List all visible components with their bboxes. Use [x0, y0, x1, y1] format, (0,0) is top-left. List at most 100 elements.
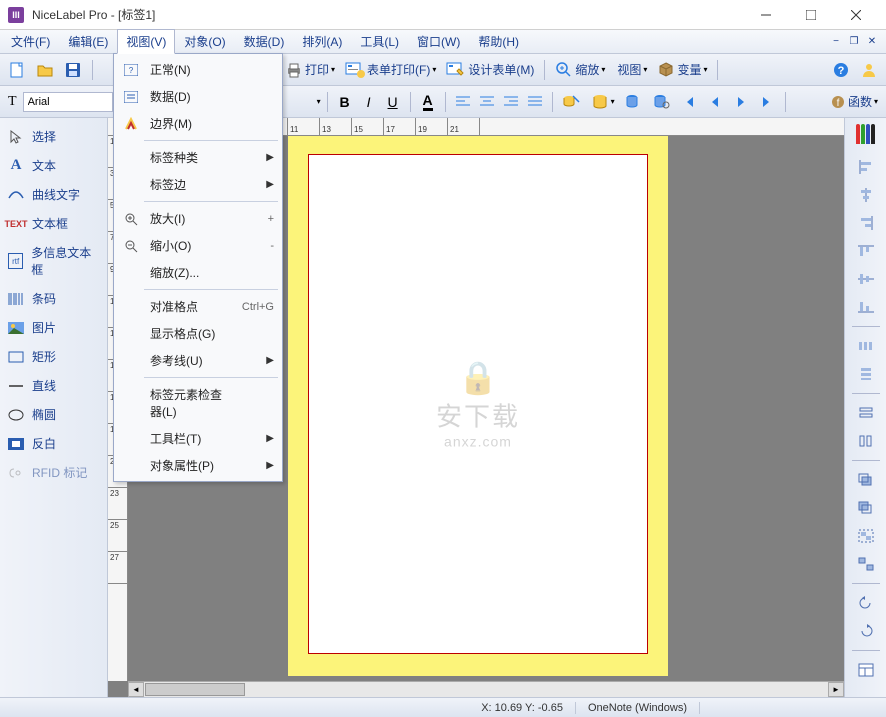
menu-edit[interactable]: 编辑(E) [59, 29, 117, 54]
db-next-button[interactable] [729, 90, 753, 114]
align-bottom-button[interactable] [854, 296, 878, 318]
menu-tools[interactable]: 工具(L) [351, 29, 408, 54]
rotate-left-button[interactable] [854, 592, 878, 614]
menu-window[interactable]: 窗口(W) [408, 29, 469, 54]
mdi-minimize[interactable]: − [828, 35, 844, 49]
italic-button[interactable]: I [358, 91, 380, 113]
font-color-button[interactable]: A [417, 91, 439, 113]
menu-inspector[interactable]: 标签元素检查器(L) [116, 381, 280, 425]
menu-normal[interactable]: ?正常(N) [116, 56, 280, 83]
tool-textbox[interactable]: TEXT文本框 [0, 209, 107, 238]
properties-button[interactable] [854, 659, 878, 681]
align-vcenter-button[interactable] [854, 268, 878, 290]
db-last-button[interactable] [755, 90, 779, 114]
menu-guides[interactable]: 参考线(U)▶ [116, 347, 280, 374]
align-hcenter-button[interactable] [854, 184, 878, 206]
scroll-left-button[interactable]: ◄ [128, 682, 144, 697]
tool-label: 文本框 [32, 215, 68, 232]
db-edit-button[interactable] [621, 90, 647, 114]
variables-button[interactable]: 变量▾ [653, 58, 711, 82]
db-select-button[interactable]: ▾ [587, 90, 619, 114]
menu-zoom-in[interactable]: 放大(I)+ [116, 205, 280, 232]
distribute-v-button[interactable] [854, 363, 878, 385]
help-button[interactable]: ? [828, 58, 854, 82]
form-print-button[interactable]: 表单打印(F)▾ [341, 58, 440, 82]
db-wizard-button[interactable] [559, 90, 585, 114]
prev-icon [708, 95, 722, 109]
maximize-button[interactable] [788, 0, 833, 29]
align-left-edge-button[interactable] [854, 156, 878, 178]
db-query-button[interactable] [649, 90, 675, 114]
menu-obj-props[interactable]: 对象属性(P)▶ [116, 452, 280, 479]
tool-line[interactable]: 直线 [0, 371, 107, 400]
menu-label-edges[interactable]: 标签边▶ [116, 171, 280, 198]
save-button[interactable] [60, 58, 86, 82]
open-button[interactable] [32, 58, 58, 82]
view-button[interactable]: 视图▾ [611, 58, 651, 82]
tool-rectangle[interactable]: 矩形 [0, 342, 107, 371]
send-back-button[interactable] [854, 497, 878, 519]
design-form-button[interactable]: 设计表单(M) [442, 58, 538, 82]
tool-rtf[interactable]: rtf多信息文本框 [0, 238, 107, 284]
align-top-button[interactable] [854, 240, 878, 262]
same-height-button[interactable] [854, 430, 878, 452]
scroll-thumb[interactable] [145, 683, 245, 696]
font-name-select[interactable] [23, 92, 113, 112]
tool-rfid[interactable]: RFID 标记 [0, 458, 107, 487]
underline-button[interactable]: U [382, 91, 404, 113]
menu-file[interactable]: 文件(F) [2, 29, 59, 54]
align-center-button[interactable] [476, 91, 498, 113]
dropdown-arrow-icon[interactable]: ▾ [317, 97, 321, 106]
function-icon: f [830, 94, 846, 110]
menu-toolbars[interactable]: 工具栏(T)▶ [116, 425, 280, 452]
menu-show-grid[interactable]: 显示格点(G) [116, 320, 280, 347]
tool-ellipse[interactable]: 椭圆 [0, 400, 107, 429]
mdi-restore[interactable]: ❐ [846, 35, 862, 49]
label-printable-area[interactable]: 🔒 安下载 anxz.com [308, 154, 648, 654]
rotate-right-button[interactable] [854, 620, 878, 642]
print-button[interactable]: 打印▾ [281, 58, 339, 82]
menu-zoom[interactable]: 缩放(Z)... [116, 259, 280, 286]
user-button[interactable] [856, 58, 882, 82]
menu-object[interactable]: 对象(O) [175, 29, 234, 54]
menu-help[interactable]: 帮助(H) [469, 29, 528, 54]
tool-select[interactable]: 选择 [0, 122, 107, 151]
tool-curved-text[interactable]: 曲线文字 [0, 180, 107, 209]
first-icon [682, 95, 696, 109]
menu-zoom-out[interactable]: 缩小(O)- [116, 232, 280, 259]
menu-arrange[interactable]: 排列(A) [293, 29, 351, 54]
zoom-button[interactable]: 缩放▾ [551, 58, 609, 82]
pen-colors[interactable] [856, 124, 875, 144]
menu-snap-grid[interactable]: 对准格点Ctrl+G [116, 293, 280, 320]
align-justify-button[interactable] [524, 91, 546, 113]
group-button[interactable] [854, 525, 878, 547]
menu-data[interactable]: 数据(D) [116, 83, 280, 110]
minimize-button[interactable] [743, 0, 788, 29]
distribute-h-button[interactable] [854, 335, 878, 357]
menu-view[interactable]: 视图(V) [117, 29, 175, 54]
new-button[interactable] [4, 58, 30, 82]
bold-button[interactable]: B [334, 91, 356, 113]
border-icon [122, 116, 140, 132]
tool-inverse[interactable]: 反白 [0, 429, 107, 458]
align-right-edge-button[interactable] [854, 212, 878, 234]
align-right-button[interactable] [500, 91, 522, 113]
db-first-button[interactable] [677, 90, 701, 114]
wand-db-icon [563, 93, 581, 111]
menu-border[interactable]: 边界(M) [116, 110, 280, 137]
scroll-right-button[interactable]: ► [828, 682, 844, 697]
align-left-button[interactable] [452, 91, 474, 113]
tool-text[interactable]: A文本 [0, 151, 107, 180]
ungroup-button[interactable] [854, 553, 878, 575]
menu-label-types[interactable]: 标签种类▶ [116, 144, 280, 171]
same-width-button[interactable] [854, 402, 878, 424]
db-prev-button[interactable] [703, 90, 727, 114]
mdi-close[interactable]: ✕ [864, 35, 880, 49]
horizontal-scrollbar[interactable]: ◄ ► [128, 681, 844, 697]
functions-button[interactable]: f函数▾ [826, 90, 882, 114]
tool-picture[interactable]: 图片 [0, 313, 107, 342]
close-button[interactable] [833, 0, 878, 29]
menu-data[interactable]: 数据(D) [235, 29, 294, 54]
bring-front-button[interactable] [854, 469, 878, 491]
tool-barcode[interactable]: 条码 [0, 284, 107, 313]
